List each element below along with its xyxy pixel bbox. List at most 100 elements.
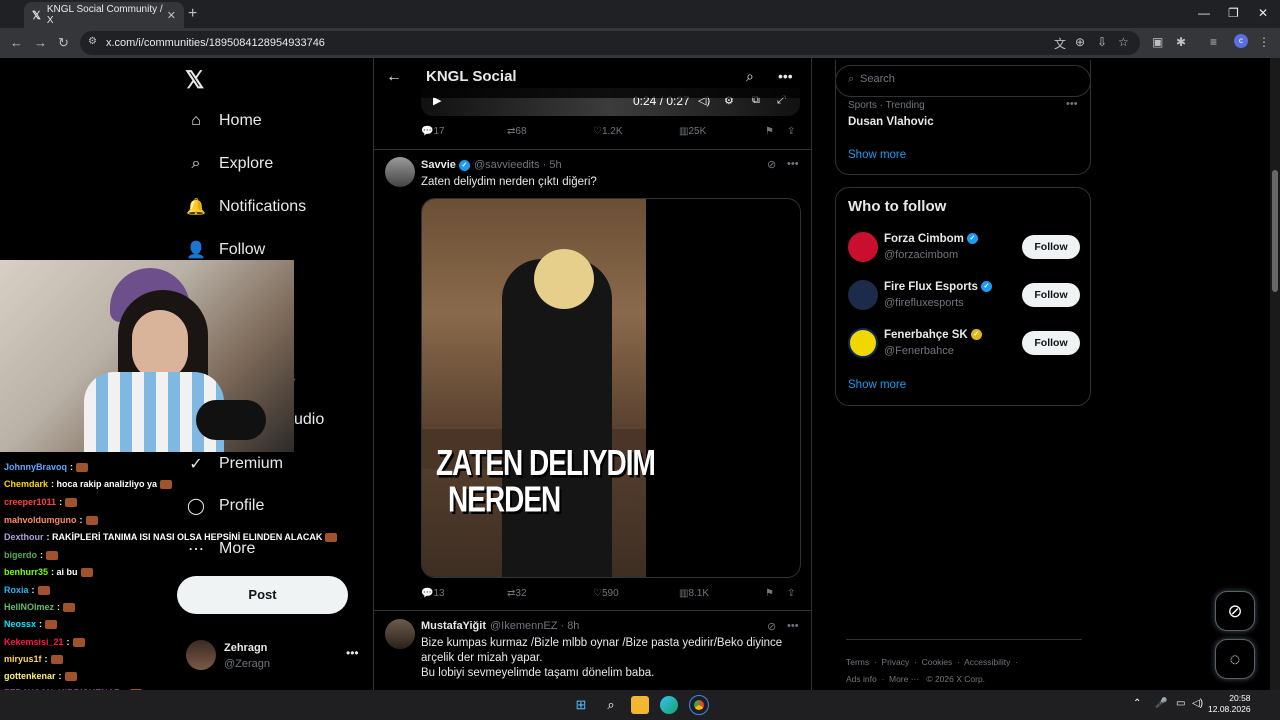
reload-icon[interactable]: ↻ [58,35,69,51]
minimize-icon[interactable]: — [1198,6,1210,20]
footer-cookies-link[interactable]: Cookies [922,657,953,667]
extension-icon[interactable]: ▣ [1152,35,1163,49]
nav-studio[interactable]: udio [294,411,324,429]
tweet-media[interactable]: ZATEN DELIYDIM NERDEN [421,198,801,578]
footer-links-row1: Terms · Privacy · Cookies · Accessibilit… [846,657,1018,667]
grok-icon[interactable]: ⊘ [767,620,776,633]
follow-show-more-link[interactable]: Show more [848,379,906,391]
browser-menu-icon[interactable]: ⋮ [1258,35,1270,49]
follow-button[interactable]: Follow [1022,283,1080,307]
tweet-more-icon[interactable]: ••• [787,158,799,170]
taskbar-clock[interactable]: 20:58 12.08.2026 [1208,693,1251,715]
chat-text: : hoca rakip analizliyo ya [51,479,158,489]
nav-explore[interactable]: ⌕ Explore [185,155,274,173]
trend-more-icon[interactable]: ••• [1066,98,1078,110]
new-tab-icon[interactable]: + [188,5,197,23]
footer-ads-info-link[interactable]: Ads info [846,674,877,684]
chat-emote-icon [63,603,76,613]
views-button[interactable]: ▥ 8.1K [679,588,709,599]
nav-home[interactable]: ⌂ Home [185,112,262,130]
tweet-author[interactable]: Savvie ✓ [421,159,470,171]
network-icon[interactable]: ▭ [1176,698,1185,709]
tweet-author-name[interactable]: MustafaYiğit [421,620,486,632]
retweet-button[interactable]: ⇄ 68 [507,126,527,137]
follow-name[interactable]: Forza Cimbom ✓ [884,233,978,245]
footer-accessibility-link[interactable]: Accessibility [964,657,1010,667]
puzzle-icon[interactable]: ✱ [1176,35,1186,49]
bookmark-icon[interactable]: ⚑ [765,126,774,137]
follow-avatar[interactable] [848,232,878,262]
translate-icon[interactable]: 文 [1054,35,1066,52]
chat-text: : [31,585,35,595]
grok-fab-icon[interactable]: ⊘ [1215,591,1255,631]
like-button[interactable]: ♡ 1.2K [593,126,623,137]
footer-privacy-link[interactable]: Privacy [881,657,909,667]
tab-close-icon[interactable]: ✕ [167,9,176,22]
reply-button[interactable]: 💬 17 [421,126,445,137]
profile-avatar[interactable]: c [1234,34,1248,48]
footer-more-link[interactable]: More ··· [889,674,919,684]
follow-button[interactable]: Follow [1022,331,1080,355]
chat-username: benhurr35 [4,567,49,577]
tweet-more-icon[interactable]: ••• [787,620,799,632]
bookmark-star-icon[interactable]: ☆ [1118,35,1129,49]
media-control-icon[interactable]: ≡ [1210,35,1217,49]
tweet-avatar[interactable] [385,619,415,649]
account-more-icon[interactable]: ••• [346,646,359,660]
back-arrow-icon[interactable]: ← [10,35,23,50]
community-search-icon[interactable]: ⌕ [746,68,754,85]
person-add-icon: 👤 [186,242,206,259]
share-icon[interactable]: ⇪ [787,126,795,137]
search-box[interactable]: ⌕ [835,65,1091,97]
views-button[interactable]: ▥ 25K [679,126,706,137]
maximize-icon[interactable]: ❐ [1228,6,1239,20]
reply-button[interactable]: 💬 13 [421,588,445,599]
like-button[interactable]: ♡ 590 [593,588,619,599]
window-close-icon[interactable]: ✕ [1258,6,1268,20]
trend-category: Sports · Trending [848,100,925,111]
follow-avatar[interactable] [848,328,878,358]
tweet-text-line2: arçelik der mizah yapar. [421,652,543,664]
forward-arrow-icon[interactable]: → [34,35,47,50]
taskbar-search-icon[interactable]: ⌕ [602,696,620,714]
edge-browser-icon[interactable] [660,696,678,714]
grok-icon[interactable]: ⊘ [767,158,776,171]
browser-tab[interactable]: 𝕏 KNGL Social Community / X ✕ [24,2,184,28]
chrome-browser-icon[interactable] [689,695,709,715]
chat-text: : [59,497,63,507]
trend-show-more-link[interactable]: Show more [848,149,906,161]
tray-expand-icon[interactable]: ⌃ [1133,698,1141,709]
zoom-icon[interactable]: ⊕ [1075,35,1085,49]
volume-icon[interactable]: ◁) [1192,698,1203,709]
tweet-handle[interactable]: @IkemennEZ · 8h [490,620,579,632]
nav-notifications[interactable]: 🔔 Notifications [185,197,306,217]
tweet-author-name: Savvie [421,159,456,171]
share-icon[interactable]: ⇪ [787,588,795,599]
chat-message: benhurr35: ai bu [4,567,93,578]
scrollbar-thumb[interactable] [1272,170,1278,292]
address-bar[interactable]: ⚙ x.com/i/communities/189508412895493374… [80,31,1140,55]
search-input[interactable] [860,73,1060,85]
bookmark-icon[interactable]: ⚑ [765,588,774,599]
chat-message: Kekemsisi_21: [4,637,85,648]
follow-name[interactable]: Fire Flux Esports ✓ [884,281,992,293]
follow-button[interactable]: Follow [1022,235,1080,259]
tweet-handle[interactable]: @savvieedits · 5h [474,159,562,171]
tweet-avatar[interactable] [385,157,415,187]
page-scrollbar[interactable] [1270,58,1280,690]
nav-follow[interactable]: 👤 Follow [185,240,265,260]
messages-fab-icon[interactable]: ◌ [1215,639,1255,679]
footer-terms-link[interactable]: Terms [846,657,869,667]
site-info-icon[interactable]: ⚙ [88,36,97,47]
microphone-icon[interactable]: 🎤 [1155,698,1167,709]
nav-explore-label: Explore [219,155,274,172]
community-more-icon[interactable]: ••• [778,68,793,84]
follow-name[interactable]: Fenerbahçe SK ✓ [884,329,982,341]
back-arrow-icon[interactable]: ← [386,68,402,86]
install-icon[interactable]: ⇩ [1097,35,1107,49]
file-explorer-icon[interactable] [631,696,649,714]
windows-start-icon[interactable]: ⊞ [572,696,590,714]
retweet-button[interactable]: ⇄ 32 [507,588,527,599]
follow-avatar[interactable] [848,280,878,310]
x-home-logo-icon[interactable]: 𝕏 [185,66,204,95]
